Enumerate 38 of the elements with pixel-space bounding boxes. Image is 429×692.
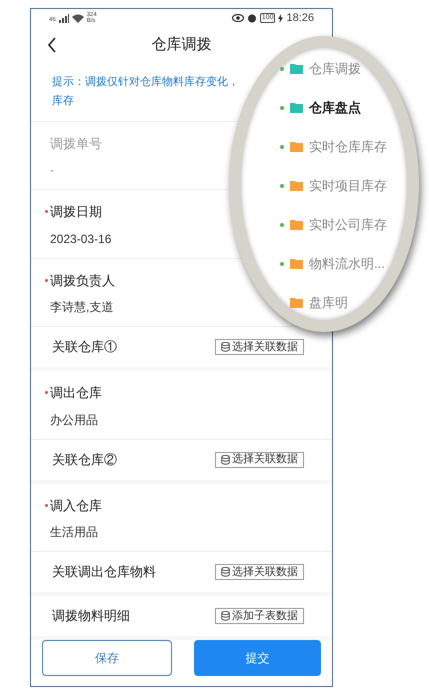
select-data-button[interactable]: 选择关联数据: [215, 452, 304, 468]
field-value[interactable]: 李诗慧,支道: [50, 298, 114, 316]
database-icon: [221, 611, 230, 621]
menu-item[interactable]: 实时公司库存: [309, 214, 387, 234]
database-icon: [221, 342, 230, 352]
menu-item[interactable]: 物料流水明...: [309, 254, 385, 274]
field-label: 调拨负责人: [50, 272, 115, 290]
field-label: 关联仓库②: [52, 450, 117, 469]
hint-text: 提示：调拨仅针对仓库物料库存变化，库存: [52, 74, 240, 108]
charging-icon: [278, 14, 284, 23]
back-icon[interactable]: [47, 37, 57, 54]
field-value[interactable]: 生活用品: [50, 523, 98, 541]
select-data-button[interactable]: 添加子表数据: [215, 608, 304, 624]
field-label: 关联仓库①: [52, 338, 117, 356]
menu-item[interactable]: 盘库明: [309, 292, 348, 312]
field-label: 调拨物料明细: [52, 607, 130, 626]
menu-item[interactable]: 实时项目库存: [309, 176, 387, 196]
wifi-icon: [72, 14, 84, 23]
select-data-button[interactable]: 选择关联数据: [215, 564, 304, 580]
save-button[interactable]: 保存: [42, 640, 172, 676]
field-label: 调出仓库: [50, 384, 102, 402]
menu-item[interactable]: 仓库调拨: [309, 58, 361, 78]
menu-item[interactable]: 仓库盘点: [309, 98, 361, 118]
database-icon: [221, 454, 230, 464]
select-data-button[interactable]: 选择关联数据: [215, 339, 304, 355]
field-label: 调拨日期: [50, 203, 102, 221]
field-label: 关联调出仓库物料: [52, 563, 156, 582]
field-label: 调入仓库: [50, 496, 102, 514]
field-value[interactable]: 办公用品: [50, 410, 98, 428]
menu-item[interactable]: 实时仓库库存: [309, 136, 387, 156]
eye-icon: [232, 14, 244, 22]
submit-button[interactable]: 提交: [194, 640, 321, 676]
page-title: 仓库调拨: [152, 34, 212, 55]
clock-time: 18:26: [286, 11, 314, 26]
signal-icon: [58, 14, 69, 23]
field-label: 调拨单号: [50, 134, 102, 152]
field-value[interactable]: 2023-03-16: [50, 230, 112, 248]
database-icon: [221, 567, 230, 577]
